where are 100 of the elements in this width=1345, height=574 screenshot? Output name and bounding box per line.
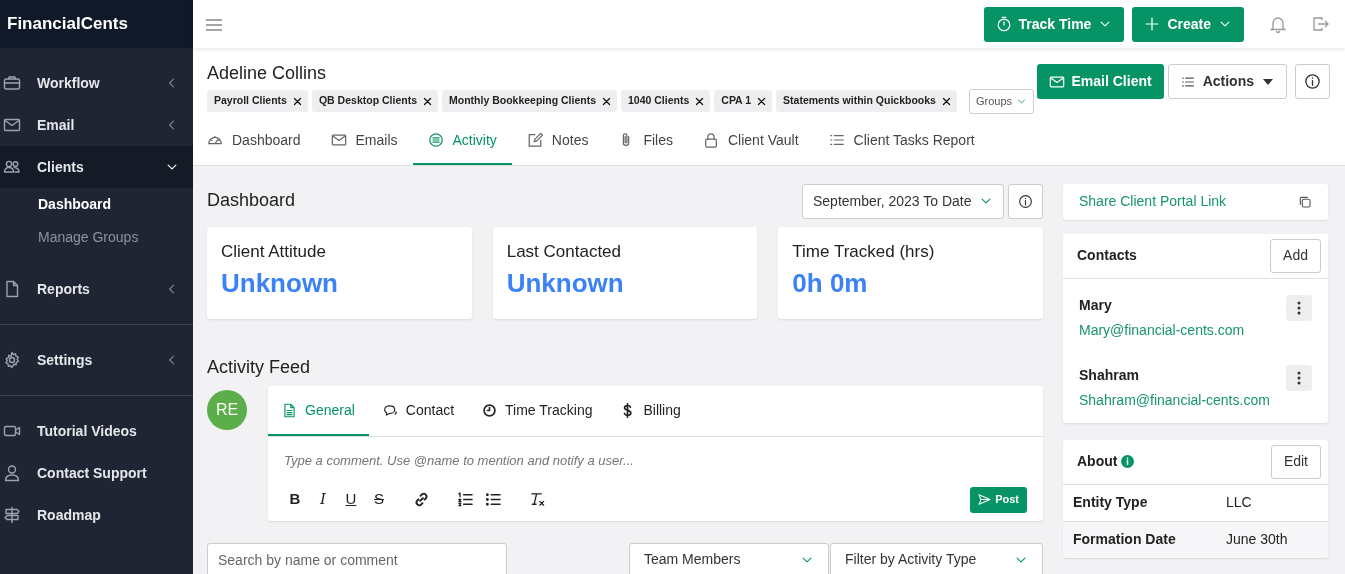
field-label: Entity Type [1072, 493, 1149, 512]
sidebar-subitem[interactable]: Dashboard [0, 188, 193, 221]
sidebar-item[interactable]: Reports [0, 268, 193, 310]
group-tag: Monthly Bookkeeping Clients [442, 90, 617, 113]
stat-label: Client Attitude [221, 240, 327, 263]
activity-type-tab[interactable]: Time Tracking [468, 386, 607, 437]
stat-label: Time Tracked (hrs) [792, 240, 936, 263]
sidebar-item[interactable]: Email [0, 104, 193, 146]
field-value: June 30th [1226, 530, 1288, 549]
user-avatar: RE [207, 390, 247, 431]
sidebar-item[interactable]: Settings [0, 339, 193, 381]
search-field[interactable]: Search by name or comment [207, 542, 507, 574]
sidebar-item[interactable]: Clients [0, 146, 193, 188]
comment-input[interactable]: Type a comment. Use @name to mention and notify a user... [268, 437, 1043, 479]
section-title: Activity Feed [207, 356, 312, 379]
contact-name: Mary [1079, 295, 1113, 315]
client-tab[interactable]: Activity [412, 121, 512, 165]
client-tab[interactable]: Dashboard [192, 121, 316, 165]
list-icon [1180, 74, 1195, 89]
sidebar-item[interactable]: Roadmap [0, 494, 193, 536]
signpost-icon [3, 506, 21, 524]
person-icon [3, 464, 21, 482]
create-button[interactable]: Create [1132, 6, 1244, 42]
remove-icon[interactable] [422, 95, 433, 107]
client-tab[interactable]: Notes [511, 121, 604, 165]
chat-icon [382, 403, 398, 419]
email-client-button[interactable]: Email Client [1036, 64, 1164, 99]
groups-dropdown[interactable]: Groups [968, 89, 1034, 114]
strike-button[interactable]: S [368, 488, 390, 511]
client-tab[interactable]: Client Tasks Report [813, 121, 990, 165]
italic-button[interactable]: I [312, 488, 334, 511]
edit-button[interactable]: Edit [1270, 444, 1321, 479]
brand-logo[interactable]: FinancialCents [0, 0, 193, 48]
info-button[interactable] [1008, 183, 1043, 219]
edit-icon [526, 132, 543, 148]
list-icon [828, 132, 845, 148]
comment-box[interactable]: General Contact Time Tracking Billing Type a comment. Use @name to mention and notify a user... B I U S Post [268, 386, 1043, 521]
remove-icon[interactable] [940, 95, 952, 107]
settings-icon [3, 351, 21, 369]
remove-icon[interactable] [694, 95, 706, 107]
group-tag: Payroll Clients [207, 90, 308, 113]
sidebar-subitem[interactable]: Manage Groups [0, 221, 193, 254]
plus-icon [1144, 16, 1161, 32]
post-button[interactable]: Post [970, 486, 1027, 513]
stat-value: Unknown [506, 267, 625, 300]
vertical-dots-icon [1297, 370, 1301, 385]
logout-icon[interactable] [1312, 16, 1329, 32]
lock-icon [703, 132, 719, 148]
contact-name: Shahram [1079, 365, 1140, 385]
caret-icon [1262, 77, 1274, 86]
track-time-button[interactable]: Track Time [983, 6, 1125, 42]
sidebar-item[interactable]: Workflow [0, 62, 193, 104]
sidebar-item[interactable]: Tutorial Videos [0, 410, 193, 452]
document-icon [3, 280, 21, 298]
add-button[interactable]: Add [1270, 238, 1321, 273]
activity-type-filter[interactable]: Filter by Activity Type [830, 542, 1043, 574]
people-icon [3, 158, 21, 176]
copy-icon[interactable] [1298, 194, 1312, 209]
team-members-filter[interactable]: Team Members [629, 542, 829, 574]
activity-type-tab[interactable]: Contact [368, 386, 469, 437]
sidebar-item[interactable]: Contact Support [0, 452, 193, 494]
contact-email[interactable]: Shahram@financial-cents.com [1079, 391, 1270, 408]
list-icon [427, 132, 444, 148]
group-tag: QB Desktop Clients [311, 90, 438, 113]
stat-label: Last Contacted [506, 240, 623, 263]
actions-button[interactable]: Actions [1167, 64, 1287, 99]
activity-type-tab[interactable]: Billing [606, 386, 695, 437]
bold-button[interactable]: B [284, 488, 306, 511]
remove-icon[interactable] [756, 95, 768, 107]
numbered-list-icon [456, 491, 474, 509]
client-name: Adeline Collins [207, 62, 328, 85]
link-icon [412, 491, 430, 509]
remove-icon[interactable] [601, 95, 612, 107]
bell-icon[interactable] [1270, 15, 1286, 33]
client-tab[interactable]: Client Vault [688, 121, 814, 165]
document-icon [282, 403, 297, 419]
contact-email[interactable]: Mary@financial-cents.com [1079, 321, 1245, 338]
client-tab[interactable]: Emails [315, 121, 413, 165]
client-tab[interactable]: Files [603, 121, 688, 165]
remove-icon[interactable] [291, 95, 303, 107]
bullet-list-icon [484, 491, 502, 509]
briefcase-icon [3, 74, 21, 92]
vertical-dots-icon [1297, 300, 1301, 315]
info-icon [1304, 73, 1321, 90]
info-button[interactable] [1295, 64, 1330, 99]
group-tag: 1040 Clients [621, 90, 711, 113]
group-tag: CPA 1 [714, 90, 773, 113]
stat-value: 0h 0m [792, 267, 869, 300]
section-title: Dashboard [207, 190, 297, 212]
stopwatch-icon [995, 16, 1012, 32]
underline-button[interactable]: U [340, 488, 362, 511]
group-tag: Statements within Quickbooks [776, 90, 957, 113]
field-value: LLC [1226, 493, 1252, 512]
card-title: Contacts [1077, 246, 1137, 265]
info-icon [1121, 455, 1135, 468]
envelope-icon [330, 132, 347, 148]
info-icon [1018, 193, 1033, 209]
date-range-dropdown[interactable]: September, 2023 To Date [802, 183, 1004, 219]
clear-format-icon [528, 491, 546, 509]
send-icon [978, 493, 992, 507]
